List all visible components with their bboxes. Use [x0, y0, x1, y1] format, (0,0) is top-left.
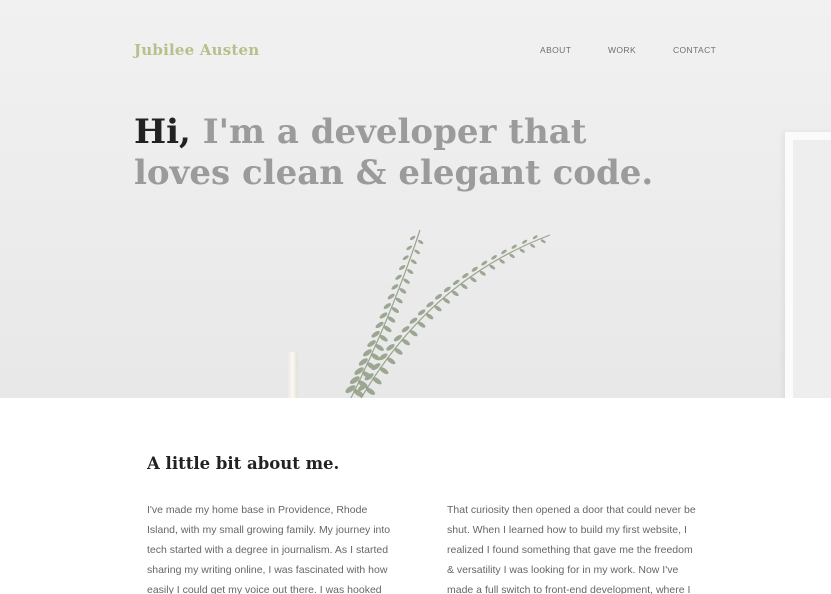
nav-work-link[interactable]: WORK [608, 45, 636, 55]
eucalyptus-plant-image [345, 229, 551, 398]
about-text-left: I've made my home base in Providence, Rh… [147, 504, 391, 594]
picture-frame-image [785, 132, 831, 398]
nav-contact-link[interactable]: CONTACT [673, 45, 716, 55]
about-text-right: That curiosity then opened a door that c… [447, 504, 696, 594]
main-nav: ABOUT WORK CONTACT [0, 45, 831, 57]
hero-headline-text: I'm a developer that loves clean & elega… [134, 112, 654, 193]
about-title: A little bit about me. [147, 454, 340, 473]
hero-greeting: Hi, [134, 112, 191, 152]
nav-about-link[interactable]: ABOUT [540, 45, 571, 55]
hero-headline: Hi, I'm a developer that loves clean & e… [134, 112, 694, 194]
candle-image [287, 352, 298, 398]
hero-section: Jubilee Austen ABOUT WORK CONTACT Hi, I'… [0, 0, 831, 398]
